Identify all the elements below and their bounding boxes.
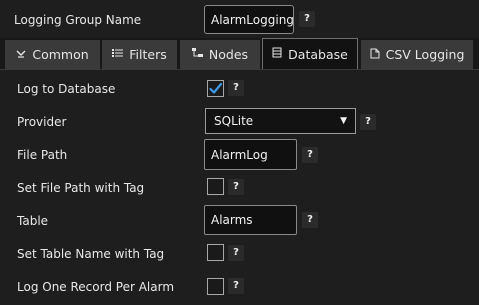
table-label: Table bbox=[17, 214, 49, 228]
common-icon bbox=[16, 48, 26, 61]
log-to-database-checkbox[interactable] bbox=[207, 80, 224, 97]
provider-select[interactable]: SQLite ▼ bbox=[205, 108, 356, 134]
log-one-record-per-alarm-help-button[interactable]: ? bbox=[228, 278, 244, 294]
csv-icon bbox=[370, 48, 380, 62]
set-table-name-with-tag-help-button[interactable]: ? bbox=[228, 245, 244, 261]
checkmark-icon bbox=[209, 82, 223, 94]
group-name-input[interactable]: AlarmLogging bbox=[204, 5, 294, 34]
file-path-label: File Path bbox=[17, 148, 68, 162]
tab-filters[interactable]: Filters bbox=[102, 40, 177, 69]
log-to-database-help-button[interactable]: ? bbox=[228, 80, 244, 96]
set-file-path-with-tag-checkbox[interactable] bbox=[207, 178, 224, 195]
set-file-path-with-tag-label: Set File Path with Tag bbox=[17, 181, 145, 195]
set-table-name-with-tag-checkbox[interactable] bbox=[207, 244, 224, 261]
tab-common[interactable]: Common bbox=[5, 40, 100, 69]
table-input[interactable]: Alarms bbox=[204, 205, 297, 235]
group-name-help-button[interactable]: ? bbox=[299, 11, 315, 27]
log-one-record-per-alarm-label: Log One Record Per Alarm bbox=[17, 280, 175, 294]
tab-csv-logging[interactable]: CSV Logging bbox=[361, 40, 473, 69]
tab-label: Common bbox=[32, 47, 89, 62]
file-path-input[interactable]: AlarmLog bbox=[204, 139, 297, 170]
log-to-database-label: Log to Database bbox=[17, 82, 116, 96]
file-path-help-button[interactable]: ? bbox=[302, 147, 318, 163]
nodes-icon bbox=[191, 48, 203, 61]
group-name-label: Logging Group Name bbox=[14, 13, 142, 27]
tab-label: Database bbox=[288, 46, 348, 62]
tab-nodes[interactable]: Nodes bbox=[180, 40, 260, 69]
tab-label: CSV Logging bbox=[385, 47, 465, 62]
tab-label: Filters bbox=[129, 47, 167, 62]
database-icon bbox=[272, 47, 282, 61]
provider-help-button[interactable]: ? bbox=[360, 114, 376, 130]
table-help-button[interactable]: ? bbox=[302, 212, 318, 228]
tab-database[interactable]: Database bbox=[262, 38, 358, 69]
provider-value: SQLite bbox=[214, 114, 254, 128]
filters-icon bbox=[112, 48, 124, 61]
provider-label: Provider bbox=[17, 115, 67, 129]
chevron-down-icon: ▼ bbox=[340, 116, 347, 126]
set-table-name-with-tag-label: Set Table Name with Tag bbox=[17, 247, 165, 261]
set-file-path-with-tag-help-button[interactable]: ? bbox=[228, 179, 244, 195]
log-one-record-per-alarm-checkbox[interactable] bbox=[207, 278, 224, 295]
tab-label: Nodes bbox=[208, 47, 249, 62]
